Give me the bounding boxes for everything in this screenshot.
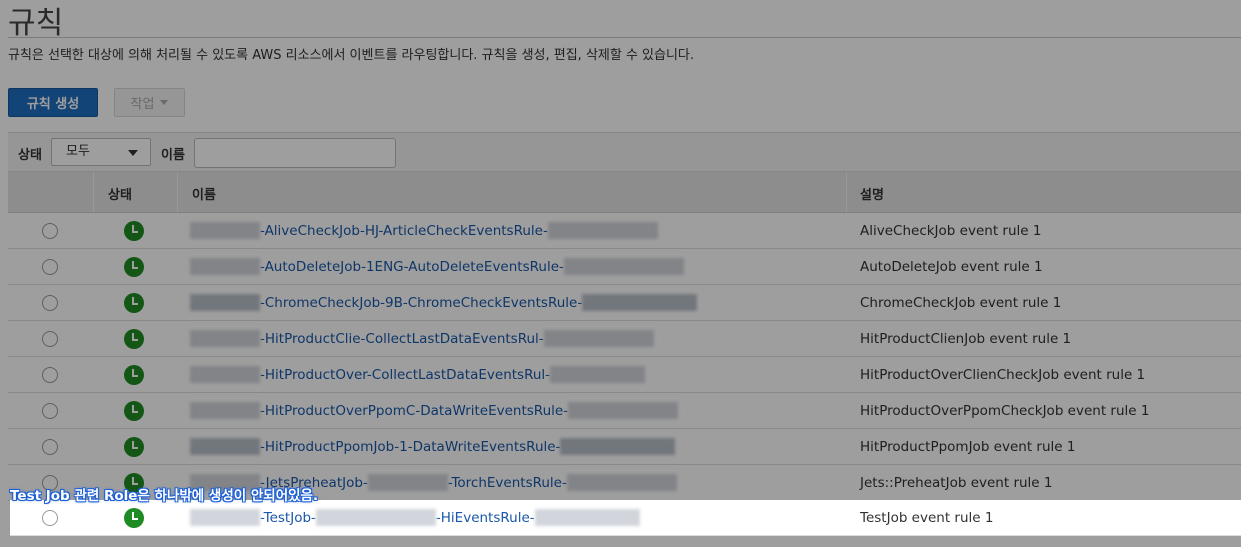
rule-name-text: -AliveCheckJob-HJ-ArticleCheckEventsRule… xyxy=(260,222,548,239)
table-row[interactable]: -HitProductOverPpomC-DataWriteEventsRule… xyxy=(8,393,1241,429)
chevron-down-icon xyxy=(128,150,138,156)
row-radio[interactable] xyxy=(42,439,58,455)
rule-name-text: -ChromeCheckJob-9B-ChromeCheckEventsRule… xyxy=(260,294,583,311)
enabled-status-icon xyxy=(124,437,144,457)
redacted-suffix xyxy=(582,294,698,311)
redacted-suffix xyxy=(543,330,654,347)
column-header-status[interactable]: 상태 xyxy=(108,184,132,203)
create-rule-button[interactable]: 규칙 생성 xyxy=(8,88,98,117)
rule-description: HitProductOverPpomCheckJob event rule 1 xyxy=(860,403,1150,419)
title-divider xyxy=(8,37,1241,38)
row-radio[interactable] xyxy=(42,259,58,275)
rule-name-part-b: -TorchEventsRule- xyxy=(447,474,567,491)
enabled-status-icon xyxy=(124,293,144,313)
rule-description: AutoDeleteJob event rule 1 xyxy=(860,259,1043,275)
header-separator xyxy=(93,172,94,212)
enabled-status-icon xyxy=(124,508,144,528)
row-radio[interactable] xyxy=(42,367,58,383)
rule-description: TestJob event rule 1 xyxy=(860,510,994,526)
column-header-description[interactable]: 설명 xyxy=(860,184,884,203)
rule-name-link[interactable]: -HitProductOverPpomC-DataWriteEventsRule… xyxy=(190,402,679,419)
name-filter-input[interactable] xyxy=(194,138,396,168)
table-row[interactable]: -HitProductPpomJob-1-DataWriteEventsRule… xyxy=(8,429,1241,465)
redacted-prefix xyxy=(190,294,260,311)
row-radio[interactable] xyxy=(42,295,58,311)
enabled-status-icon xyxy=(124,257,144,277)
enabled-status-icon xyxy=(124,221,144,241)
redacted-suffix xyxy=(566,474,677,491)
rule-description: HitProductClienJob event rule 1 xyxy=(860,331,1072,347)
page-description: 규칙은 선택한 대상에 의해 처리될 수 있도록 AWS 리소스에서 이벤트를 … xyxy=(8,48,695,63)
status-filter-label: 상태 xyxy=(18,148,42,163)
create-rule-label: 규칙 생성 xyxy=(26,97,80,112)
table-row[interactable]: -HitProductClie-CollectLastDataEventsRul… xyxy=(8,321,1241,357)
row-radio[interactable] xyxy=(42,510,58,526)
row-radio[interactable] xyxy=(42,331,58,347)
redacted-suffix xyxy=(534,509,640,526)
redacted-prefix xyxy=(190,402,260,419)
redacted-prefix xyxy=(190,438,260,455)
redacted-suffix xyxy=(547,222,658,239)
table-row[interactable]: -AutoDeleteJob-1ENG-AutoDeleteEventsRule… xyxy=(8,249,1241,285)
enabled-status-icon xyxy=(124,365,144,385)
annotation-callout: Test Job 관련 Role은 하나밖에 생성이 안되어있음. xyxy=(10,488,319,504)
rule-name-link[interactable]: -HitProductPpomJob-1-DataWriteEventsRule… xyxy=(190,438,676,455)
rule-name-text: -HitProductOverPpomC-DataWriteEventsRule… xyxy=(260,402,569,419)
rule-name-part-b: -HiEventsRule- xyxy=(435,509,535,526)
filter-bar: 상태 모두 이름 xyxy=(8,132,1241,172)
redacted-suffix xyxy=(560,438,676,455)
rule-name-link[interactable]: -TestJob- -HiEventsRule- xyxy=(190,509,640,526)
rule-description: HitProductOverClienCheckJob event rule 1 xyxy=(860,367,1146,383)
enabled-status-icon xyxy=(124,329,144,349)
rule-name-text: -HitProductPpomJob-1-DataWriteEventsRule… xyxy=(260,438,561,455)
status-filter-select[interactable]: 모두 xyxy=(51,138,151,166)
rule-name-link[interactable]: -HitProductClie-CollectLastDataEventsRul… xyxy=(190,330,654,347)
table-header: 상태 이름 설명 xyxy=(8,172,1241,213)
table-row[interactable]: -AliveCheckJob-HJ-ArticleCheckEventsRule… xyxy=(8,213,1241,249)
redacted-suffix xyxy=(568,402,679,419)
redacted-prefix xyxy=(190,258,260,275)
rule-name-link[interactable]: -AutoDeleteJob-1ENG-AutoDeleteEventsRule… xyxy=(190,258,684,275)
rule-name-part-a: -TestJob- xyxy=(260,509,316,526)
redacted-prefix xyxy=(190,330,260,347)
rule-name-text: -AutoDeleteJob-1ENG-AutoDeleteEventsRule… xyxy=(260,258,564,275)
column-header-name[interactable]: 이름 xyxy=(192,184,216,203)
rule-name-link[interactable]: -ChromeCheckJob-9B-ChromeCheckEventsRule… xyxy=(190,294,698,311)
rule-description: ChromeCheckJob event rule 1 xyxy=(860,295,1062,311)
rule-name-link[interactable]: -AliveCheckJob-HJ-ArticleCheckEventsRule… xyxy=(190,222,658,239)
highlighted-table-row[interactable]: -TestJob- -HiEventsRule- TestJob event r… xyxy=(10,500,1241,536)
rule-description: Jets::PreheatJob event rule 1 xyxy=(860,475,1053,491)
redacted-suffix xyxy=(550,366,646,383)
rule-description: AliveCheckJob event rule 1 xyxy=(860,223,1042,239)
redacted-prefix xyxy=(190,366,260,383)
redacted-prefix xyxy=(190,222,260,239)
chevron-down-icon xyxy=(160,100,169,105)
table-row[interactable]: -HitProductOver-CollectLastDataEventsRul… xyxy=(8,357,1241,393)
redacted-middle xyxy=(367,474,448,491)
row-radio[interactable] xyxy=(42,403,58,419)
rule-name-link[interactable]: -HitProductOver-CollectLastDataEventsRul… xyxy=(190,366,646,383)
header-separator xyxy=(177,172,178,212)
rule-description: HitProductPpomJob event rule 1 xyxy=(860,439,1076,455)
enabled-status-icon xyxy=(124,401,144,421)
name-filter-label: 이름 xyxy=(161,148,185,163)
actions-label: 작업 xyxy=(130,97,155,112)
table-row[interactable]: -ChromeCheckJob-9B-ChromeCheckEventsRule… xyxy=(8,285,1241,321)
rule-name-text: -HitProductClie-CollectLastDataEventsRul… xyxy=(260,330,544,347)
actions-button[interactable]: 작업 xyxy=(114,88,185,117)
redacted-suffix xyxy=(563,258,684,275)
rule-name-text: -HitProductOver-CollectLastDataEventsRul… xyxy=(260,366,551,383)
redacted-prefix xyxy=(190,509,260,526)
rules-table: 상태 이름 설명 -AliveCheckJob-HJ-ArticleCheckE… xyxy=(8,172,1241,501)
row-radio[interactable] xyxy=(42,223,58,239)
redacted-middle xyxy=(315,509,436,526)
status-filter-value: 모두 xyxy=(66,144,90,159)
page-title: 규칙 xyxy=(8,6,64,41)
header-separator xyxy=(846,172,847,212)
